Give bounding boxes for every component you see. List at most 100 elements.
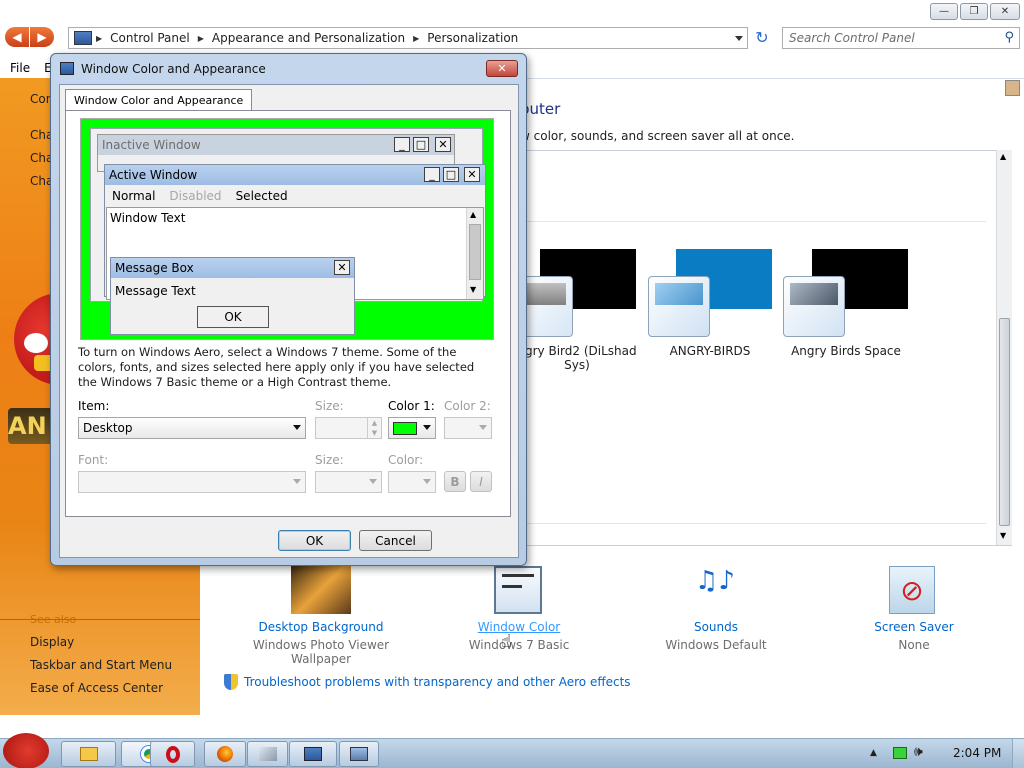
message-box-close-icon: ✕ <box>334 260 350 275</box>
theme-glass-icon <box>783 276 845 337</box>
preview-menu-bar: Normal Disabled Selected <box>105 186 485 206</box>
taskbar-control-panel-button[interactable] <box>289 741 337 767</box>
font-size-select[interactable] <box>315 471 382 493</box>
item-size-label: Size: <box>315 399 344 413</box>
breadcrumb-control-panel[interactable]: Control Panel <box>110 31 190 45</box>
italic-button[interactable]: I <box>470 471 492 492</box>
paint-icon <box>258 747 277 761</box>
taskbar-explorer-button[interactable] <box>61 741 116 767</box>
breadcrumb-appearance[interactable]: Appearance and Personalization <box>212 31 405 45</box>
restore-button[interactable]: ❐ <box>960 3 988 20</box>
scroll-down-icon[interactable]: ▼ <box>1000 531 1006 540</box>
help-icon[interactable] <box>1005 80 1020 96</box>
hand-cursor-icon: ☝ <box>501 631 512 652</box>
breadcrumb-separator-icon: ▶ <box>413 33 420 43</box>
taskbar-opera-button[interactable] <box>150 741 195 767</box>
font-color-picker[interactable] <box>388 471 436 493</box>
left-link-display[interactable]: Display <box>30 635 74 649</box>
personalization-icon <box>350 747 368 761</box>
color1-label: Color 1: <box>388 399 435 413</box>
search-icon[interactable]: ⚲ <box>1004 30 1014 45</box>
theme-label-2[interactable]: ANGRY-BIRDS <box>645 344 775 358</box>
refresh-icon[interactable]: ↻ <box>752 28 772 48</box>
screen-saver-title[interactable]: Screen Saver <box>824 620 1004 634</box>
taskbar-firefox-button[interactable] <box>204 741 246 767</box>
minimize-button[interactable]: — <box>930 3 958 20</box>
bold-button[interactable]: B <box>444 471 466 492</box>
dialog-close-button[interactable]: ✕ <box>486 60 518 77</box>
window-color-item[interactable]: Window Color Windows 7 Basic <box>429 620 609 652</box>
font-select[interactable] <box>78 471 306 493</box>
preview-window-text: Window Text <box>110 211 186 225</box>
theme-label-1[interactable]: ngry Bird2 (DiLshad Sys) <box>512 344 642 372</box>
scroll-up-icon[interactable]: ▲ <box>1000 152 1006 161</box>
theme-glass-icon <box>520 276 573 337</box>
address-dropdown-icon[interactable] <box>735 36 743 41</box>
theme-list-scrollbar[interactable]: ▲ ▼ <box>996 150 1012 545</box>
menu-file[interactable]: File <box>10 61 30 75</box>
font-size-arrow-icon <box>369 479 377 484</box>
network-icon[interactable] <box>893 747 907 759</box>
font-select-arrow-icon <box>293 479 301 484</box>
close-button[interactable]: ✕ <box>990 3 1020 20</box>
preview-menu-selected[interactable]: Selected <box>236 189 288 203</box>
preview-scrollbar[interactable]: ▲ ▼ <box>466 208 483 299</box>
breadcrumb-personalization[interactable]: Personalization <box>427 31 518 45</box>
taskbar-clock[interactable]: 2:04 PM <box>953 746 1001 760</box>
show-hidden-icons-icon[interactable]: ▲ <box>870 748 877 758</box>
desktop-background-title[interactable]: Desktop Background <box>231 620 411 634</box>
appearance-preview: Inactive Window _ □ ✕ Active Window _ □ … <box>80 118 494 340</box>
window-color-dialog: Window Color and Appearance ✕ Window Col… <box>50 53 527 566</box>
preview-menu-normal[interactable]: Normal <box>112 189 155 203</box>
sounds-icon[interactable]: ♫♪ <box>690 566 740 614</box>
message-box-titlebar: Message Box <box>111 258 354 278</box>
taskbar: ▲ 🕪 2:04 PM <box>0 733 1024 768</box>
back-button[interactable]: ◀ <box>5 27 29 47</box>
dialog-ok-button[interactable]: OK <box>278 530 351 551</box>
item-size-spinner[interactable]: ▲ ▼ <box>315 417 382 439</box>
screen-saver-icon[interactable]: ⊘ <box>889 566 935 614</box>
taskbar-personalization-button[interactable] <box>339 741 379 767</box>
firefox-icon <box>217 746 233 762</box>
inactive-maximize-icon: □ <box>413 137 429 152</box>
nav-buttons: ◀ ▶ <box>5 27 54 47</box>
volume-icon[interactable]: 🕪 <box>914 744 923 760</box>
sounds-title[interactable]: Sounds <box>626 620 806 634</box>
desktop-background-sub: Windows Photo Viewer Wallpaper <box>252 638 390 666</box>
search-input[interactable]: Search Control Panel ⚲ <box>782 27 1020 49</box>
start-button-bird-icon[interactable] <box>3 733 49 768</box>
address-bar[interactable]: ▶ Control Panel ▶ Appearance and Persona… <box>68 27 748 49</box>
left-link-ease-of-access[interactable]: Ease of Access Center <box>30 681 163 695</box>
color2-arrow-icon <box>479 425 487 430</box>
preview-message-box[interactable]: Message Box ✕ Message Text OK <box>110 257 355 335</box>
scrollbar-thumb[interactable] <box>999 318 1010 526</box>
tab-window-color-appearance[interactable]: Window Color and Appearance <box>65 89 253 111</box>
main-window-caption-buttons: — ❐ ✕ <box>930 3 1020 20</box>
taskbar-paint-button[interactable] <box>247 741 288 767</box>
troubleshoot-link[interactable]: Troubleshoot problems with transparency … <box>244 675 631 689</box>
preview-menu-disabled[interactable]: Disabled <box>169 189 221 203</box>
dialog-cancel-button[interactable]: Cancel <box>359 530 432 551</box>
window-color-sub: Windows 7 Basic <box>468 638 570 652</box>
desktop-background-icon[interactable] <box>291 565 351 614</box>
bird-eye-icon <box>24 333 48 353</box>
angry-birds-logo: AN <box>8 408 54 444</box>
control-panel-icon <box>304 747 322 761</box>
item-select[interactable]: Desktop <box>78 417 306 439</box>
sounds-item[interactable]: Sounds Windows Default <box>626 620 806 652</box>
theme-label-3[interactable]: Angry Birds Space <box>781 344 911 358</box>
tab-panel: Inactive Window _ □ ✕ Active Window _ □ … <box>65 110 511 517</box>
left-link-taskbar[interactable]: Taskbar and Start Menu <box>30 658 172 672</box>
desktop-background-item[interactable]: Desktop Background Windows Photo Viewer … <box>231 620 411 666</box>
item-label: Item: <box>78 399 110 413</box>
color2-picker[interactable] <box>444 417 492 439</box>
message-box-ok-button[interactable]: OK <box>197 306 269 328</box>
screen-saver-item[interactable]: Screen Saver None <box>824 620 1004 652</box>
search-placeholder: Search Control Panel <box>789 31 915 45</box>
window-color-title[interactable]: Window Color <box>429 620 609 634</box>
show-desktop-button[interactable] <box>1012 739 1024 768</box>
message-box-text: Message Text <box>115 284 196 298</box>
color1-picker[interactable] <box>388 417 436 439</box>
window-color-icon[interactable] <box>494 566 542 614</box>
forward-button[interactable]: ▶ <box>30 27 54 47</box>
